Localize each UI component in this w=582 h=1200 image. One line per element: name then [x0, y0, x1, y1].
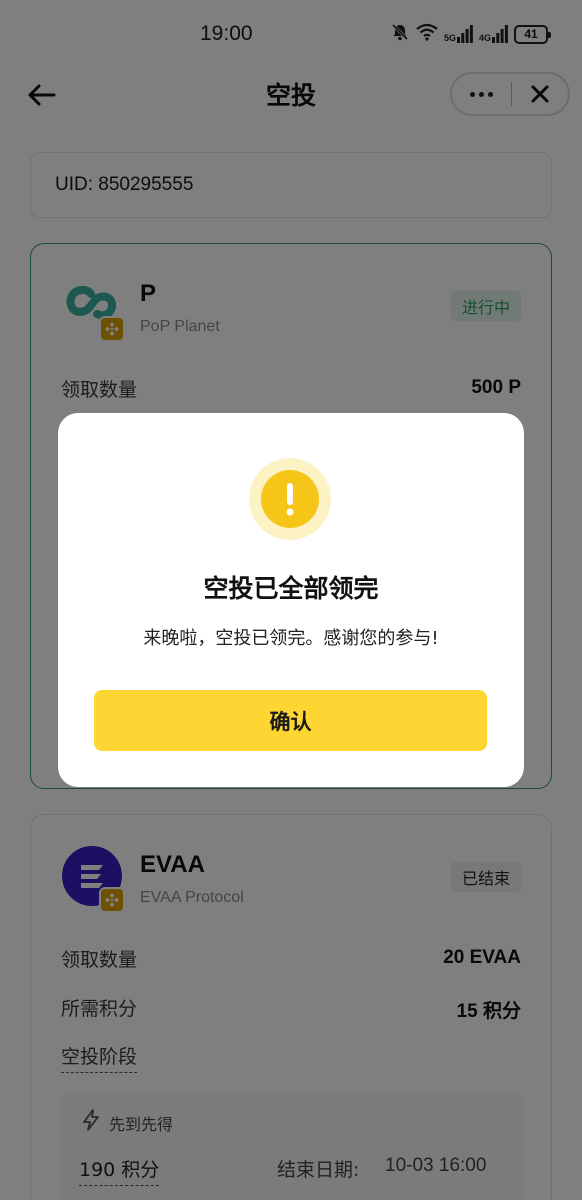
warning-icon — [249, 458, 331, 540]
alert-dialog: 空投已全部领完 来晚啦，空投已领完。感谢您的参与! 确认 — [58, 413, 524, 787]
dialog-message: 来晚啦，空投已领完。感谢您的参与! — [143, 628, 439, 649]
warning-icon-inner — [261, 470, 319, 528]
confirm-button[interactable]: 确认 — [94, 690, 487, 751]
dialog-title: 空投已全部领完 — [203, 574, 379, 603]
